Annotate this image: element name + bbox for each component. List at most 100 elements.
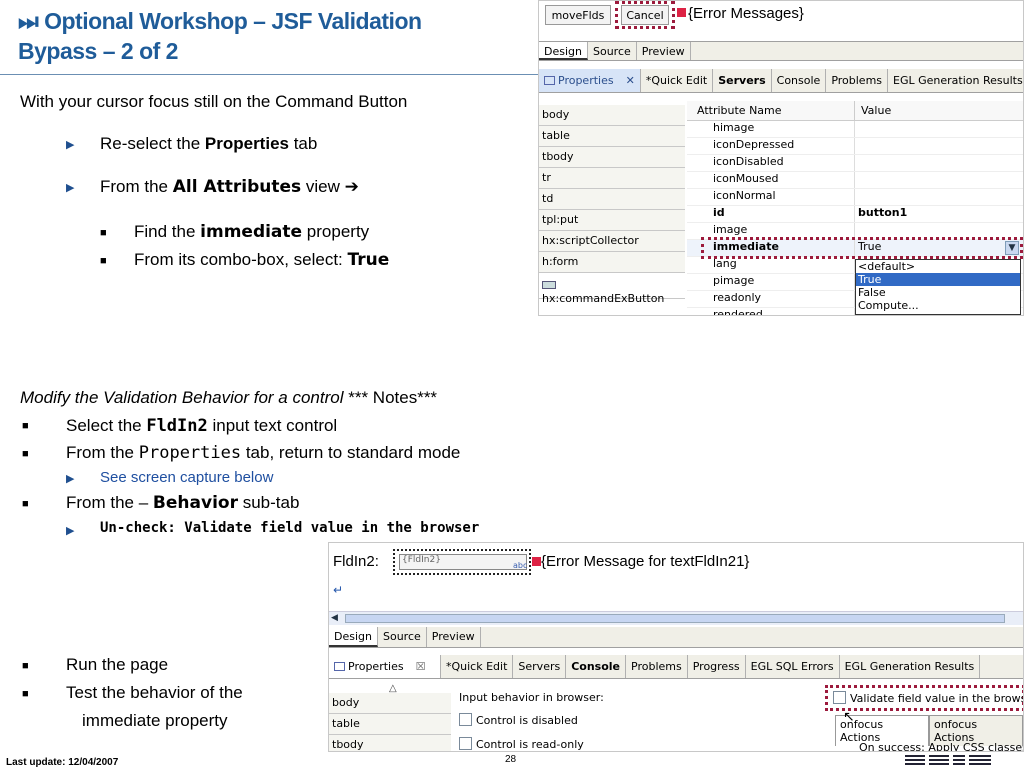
- control-readonly-option[interactable]: Control is read-only: [459, 737, 584, 751]
- validate-checkbox[interactable]: [833, 691, 846, 704]
- table-row[interactable]: iconMoused: [687, 172, 1023, 189]
- step-from-pre: From the: [100, 177, 173, 196]
- see-capture-text: See screen capture below: [100, 469, 274, 486]
- step-from-attributes: From the All Attributes view ➔: [100, 177, 359, 197]
- tab-source[interactable]: Source: [588, 42, 637, 60]
- control-disabled-option[interactable]: Control is disabled: [459, 713, 578, 727]
- tab-properties[interactable]: Properties ✕: [539, 69, 641, 92]
- tab-preview[interactable]: Preview: [427, 627, 481, 647]
- modify-heading-italic: Modify the Validation Behavior for a con…: [20, 388, 344, 407]
- list-item[interactable]: body: [539, 105, 685, 126]
- tab-problems[interactable]: Problems: [626, 655, 688, 678]
- editor-tabs: Design Source Preview: [329, 627, 1023, 648]
- fldin2-error-text: {Error Message for textFldIn21}: [541, 553, 750, 570]
- table-row[interactable]: himage: [687, 121, 1023, 138]
- title-divider: [0, 74, 540, 75]
- step-reselect: Re-select the Properties tab: [100, 134, 317, 154]
- tab-properties[interactable]: Properties ☒: [329, 655, 441, 678]
- table-row[interactable]: id button1: [687, 206, 1023, 223]
- cancel-button[interactable]: Cancel: [621, 5, 669, 25]
- attr-value: button1: [858, 206, 908, 219]
- table-row[interactable]: iconDisabled: [687, 155, 1023, 172]
- tab-egl-generation-results[interactable]: EGL Generation Results: [888, 69, 1023, 92]
- list-item[interactable]: tpl:put: [539, 210, 685, 231]
- uncheck-text: Un-check: Validate field value in the br…: [100, 520, 480, 536]
- close-icon[interactable]: ✕: [626, 74, 635, 87]
- test-behavior-line1: Test the behavior of the: [66, 683, 243, 702]
- tab-design[interactable]: Design: [329, 627, 378, 647]
- tag-hierarchy-list: body table tbody: [329, 693, 451, 751]
- list-item[interactable]: hx:scriptCollector: [539, 231, 685, 252]
- square-bullet-icon: ■: [22, 660, 29, 672]
- attr-name: himage: [687, 121, 855, 137]
- tab-quick-edit[interactable]: *Quick Edit: [441, 655, 514, 678]
- combo-option-selected[interactable]: True: [856, 273, 1020, 286]
- control-readonly-checkbox[interactable]: [459, 737, 472, 750]
- step-reselect-pre: Re-select the: [100, 134, 205, 153]
- scrollbar-thumb[interactable]: [345, 614, 1005, 623]
- tab-console[interactable]: Console: [566, 655, 627, 678]
- list-item[interactable]: table: [329, 714, 451, 735]
- list-item[interactable]: tbody: [539, 147, 685, 168]
- column-header-value[interactable]: Value: [855, 101, 891, 120]
- table-row[interactable]: iconNormal: [687, 189, 1023, 206]
- step-find-bold: immediate: [200, 222, 303, 242]
- column-header-attribute[interactable]: Attribute Name: [687, 101, 855, 120]
- triangle-bullet-icon: ▶: [66, 473, 75, 485]
- horizontal-scrollbar[interactable]: ◀: [329, 611, 1023, 625]
- control-disabled-checkbox[interactable]: [459, 713, 472, 726]
- tab-quick-edit[interactable]: *Quick Edit: [641, 69, 714, 92]
- modify-behavior-bold: Behavior: [152, 493, 238, 513]
- list-item[interactable]: body: [329, 693, 451, 714]
- tag-hierarchy-list: body table tbody tr td tpl:put hx:script…: [539, 105, 685, 305]
- list-item-selected[interactable]: hx:commandExButton: [539, 273, 685, 305]
- list-item-label: hx:commandExButton: [542, 292, 665, 305]
- tab-preview[interactable]: Preview: [637, 42, 691, 60]
- list-item[interactable]: table: [539, 126, 685, 147]
- combo-option[interactable]: <default>: [856, 260, 1020, 273]
- chevron-down-icon[interactable]: ▼: [1005, 241, 1019, 255]
- validate-option[interactable]: Validate field value in the browser: [833, 691, 1023, 705]
- tab-console[interactable]: Console: [772, 69, 827, 92]
- list-item[interactable]: td: [539, 189, 685, 210]
- tab-servers[interactable]: Servers: [713, 69, 772, 92]
- properties-view-icon: [544, 76, 555, 85]
- attribute-grid: Attribute Name Value himage iconDepresse…: [687, 101, 1023, 315]
- abc-icon: abc: [513, 561, 528, 570]
- table-row[interactable]: iconDepressed: [687, 138, 1023, 155]
- list-item[interactable]: tbody: [329, 735, 451, 751]
- tab-progress[interactable]: Progress: [688, 655, 746, 678]
- tab-design[interactable]: Design: [539, 42, 588, 60]
- fldin2-input[interactable]: {FldIn2}: [399, 554, 527, 570]
- list-item[interactable]: tr: [539, 168, 685, 189]
- slide-title: ⏭ Optional Workshop – JSF Validation Byp…: [18, 6, 518, 66]
- button-element-icon: [542, 281, 556, 289]
- combo-option[interactable]: False: [856, 286, 1020, 299]
- close-icon[interactable]: ☒: [416, 660, 426, 673]
- attr-name: iconDepressed: [687, 138, 855, 154]
- tab-source[interactable]: Source: [378, 627, 427, 647]
- step-find-pre: Find the: [134, 222, 201, 241]
- ibm-logo-icon: [905, 752, 1005, 765]
- step-find-post: property: [302, 222, 370, 241]
- square-bullet-icon: ■: [22, 498, 29, 510]
- square-bullet-icon: ■: [100, 227, 107, 239]
- error-marker-icon: [532, 557, 541, 566]
- step-from-bold: All Attributes: [172, 177, 302, 197]
- modify-select-bold: FldIn2: [146, 416, 208, 436]
- tab-egl-sql-errors[interactable]: EGL SQL Errors: [746, 655, 840, 678]
- modify-props-pre: From the: [66, 443, 139, 462]
- list-item[interactable]: h:form: [539, 252, 685, 273]
- error-messages-text: {Error Messages}: [688, 5, 804, 22]
- chevron-left-icon[interactable]: ◀: [331, 613, 343, 624]
- test-behavior-line2: immediate property: [82, 711, 228, 730]
- tab-problems[interactable]: Problems: [826, 69, 889, 92]
- move-fields-button[interactable]: moveFlds: [545, 5, 611, 25]
- modify-behavior-pre: From the –: [66, 493, 153, 512]
- immediate-combo-list[interactable]: <default> True False Compute...: [855, 259, 1021, 315]
- combo-option[interactable]: Compute...: [856, 299, 1020, 312]
- tab-egl-generation-results[interactable]: EGL Generation Results: [840, 655, 981, 678]
- triangle-bullet-icon: ▶: [66, 525, 75, 537]
- modify-props-mono: Properties: [138, 443, 242, 463]
- tab-servers[interactable]: Servers: [513, 655, 567, 678]
